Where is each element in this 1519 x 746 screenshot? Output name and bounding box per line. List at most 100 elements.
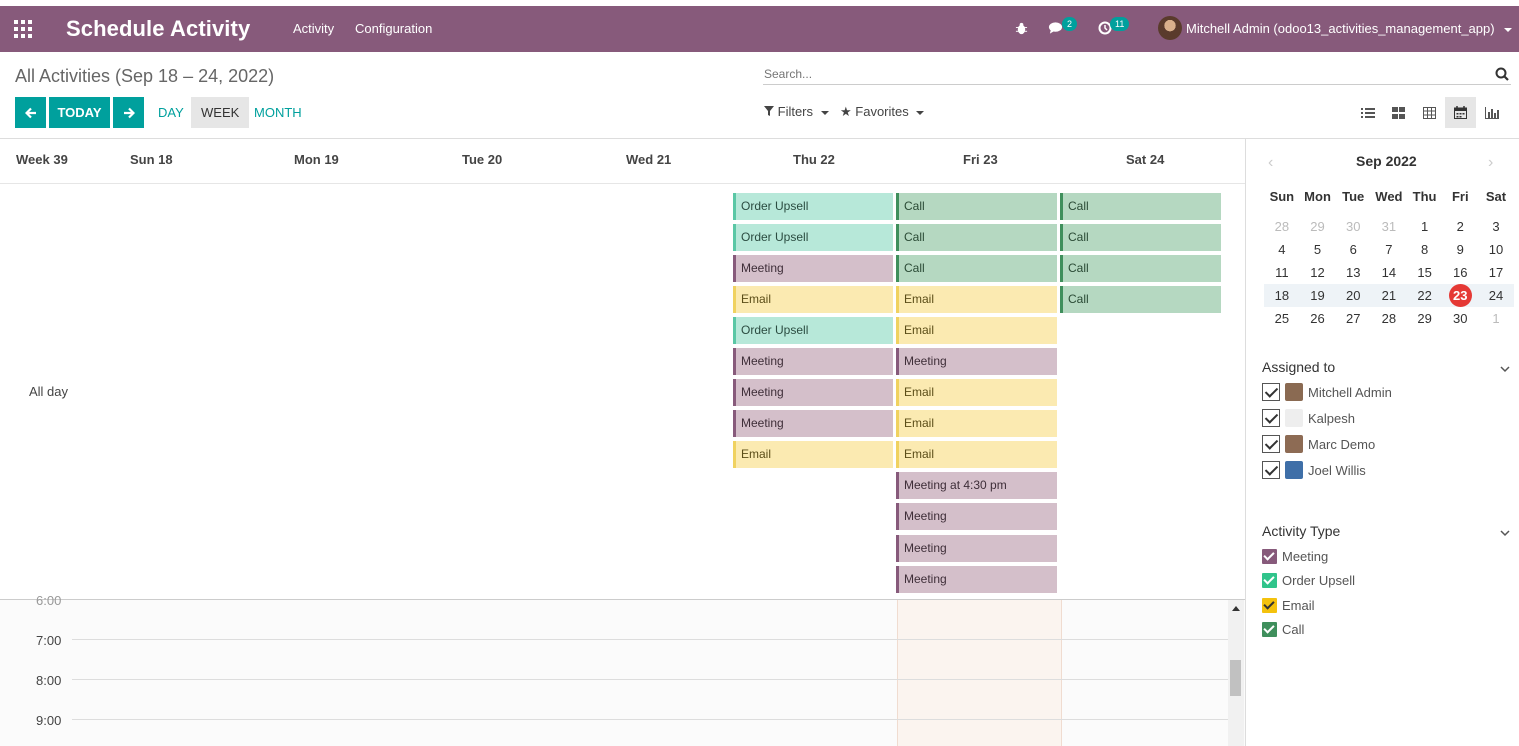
event-email[interactable]: Email bbox=[896, 286, 1057, 313]
menu-configuration[interactable]: Configuration bbox=[355, 21, 432, 36]
checkbox-checked-icon[interactable] bbox=[1262, 548, 1277, 564]
event-upsell[interactable]: Order Upsell bbox=[733, 224, 893, 251]
mini-day[interactable]: 22 bbox=[1407, 284, 1443, 307]
checkbox-checked-icon[interactable] bbox=[1262, 622, 1277, 637]
mini-next-month-icon[interactable]: › bbox=[1488, 154, 1493, 172]
mini-day[interactable]: 11 bbox=[1264, 261, 1300, 284]
activity-type-filter-item[interactable]: Call bbox=[1262, 620, 1304, 640]
mini-day[interactable]: 28 bbox=[1371, 307, 1407, 330]
event-call[interactable]: Call bbox=[896, 224, 1057, 251]
filters-dropdown[interactable]: Filters bbox=[764, 104, 829, 119]
event-call[interactable]: Call bbox=[896, 255, 1057, 282]
mini-day[interactable]: 19 bbox=[1300, 284, 1336, 307]
mini-day[interactable]: 14 bbox=[1371, 261, 1407, 284]
activity-type-filter-item[interactable]: Meeting bbox=[1262, 546, 1328, 566]
mini-day[interactable]: 12 bbox=[1300, 261, 1336, 284]
event-meeting[interactable]: Meeting bbox=[896, 535, 1057, 562]
mini-day[interactable]: 2 bbox=[1442, 215, 1478, 238]
view-graph-button[interactable] bbox=[1476, 97, 1507, 128]
range-day-button[interactable]: DAY bbox=[148, 97, 194, 128]
apps-menu-icon[interactable] bbox=[14, 20, 32, 38]
mini-day[interactable]: 10 bbox=[1478, 238, 1514, 261]
menu-activity[interactable]: Activity bbox=[293, 21, 334, 36]
previous-button[interactable] bbox=[15, 97, 46, 128]
assigned-filter-item[interactable]: Marc Demo bbox=[1262, 434, 1375, 454]
mini-day[interactable]: 28 bbox=[1264, 215, 1300, 238]
mini-day[interactable]: 29 bbox=[1300, 215, 1336, 238]
checkbox-checked-icon[interactable] bbox=[1262, 573, 1277, 588]
event-email[interactable]: Email bbox=[896, 410, 1057, 437]
mini-day[interactable]: 18 bbox=[1264, 284, 1300, 307]
event-meeting[interactable]: Meeting bbox=[896, 348, 1057, 375]
assigned-filter-item[interactable]: Joel Willis bbox=[1262, 460, 1366, 480]
event-meeting[interactable]: Meeting bbox=[733, 255, 893, 282]
search-icon[interactable] bbox=[1495, 67, 1509, 81]
view-calendar-button[interactable] bbox=[1445, 97, 1476, 128]
calendar-scrollbar[interactable] bbox=[1228, 600, 1244, 746]
mini-day[interactable]: 6 bbox=[1335, 238, 1371, 261]
event-email[interactable]: Email bbox=[733, 441, 893, 468]
mini-day[interactable]: 7 bbox=[1371, 238, 1407, 261]
mini-day[interactable]: 15 bbox=[1407, 261, 1443, 284]
mini-day[interactable]: 9 bbox=[1442, 238, 1478, 261]
mini-day[interactable]: 16 bbox=[1442, 261, 1478, 284]
event-meeting[interactable]: Meeting bbox=[733, 348, 893, 375]
view-list-button[interactable] bbox=[1352, 97, 1383, 128]
assigned-filter-item[interactable]: Mitchell Admin bbox=[1262, 382, 1392, 402]
mini-day[interactable]: 13 bbox=[1335, 261, 1371, 284]
mini-day[interactable]: 3 bbox=[1478, 215, 1514, 238]
event-email[interactable]: Email bbox=[896, 379, 1057, 406]
event-meeting[interactable]: Meeting at 4:30 pm bbox=[896, 472, 1057, 499]
event-meeting[interactable]: Meeting bbox=[733, 410, 893, 437]
mini-day[interactable]: 21 bbox=[1371, 284, 1407, 307]
mini-day[interactable]: 27 bbox=[1335, 307, 1371, 330]
mini-day[interactable]: 1 bbox=[1478, 307, 1514, 330]
user-menu[interactable]: Mitchell Admin (odoo13_activities_manage… bbox=[1186, 21, 1513, 36]
mini-prev-month-icon[interactable]: ‹ bbox=[1268, 154, 1273, 172]
today-button[interactable]: TODAY bbox=[49, 97, 110, 128]
all-day-area[interactable]: All day Order Upsell Order Upsell Meeting E… bbox=[0, 184, 1245, 600]
mini-day[interactable]: 1 bbox=[1407, 215, 1443, 238]
mini-day[interactable]: 4 bbox=[1264, 238, 1300, 261]
search-input[interactable] bbox=[763, 63, 1511, 85]
mini-day[interactable]: 25 bbox=[1264, 307, 1300, 330]
messages-icon[interactable] bbox=[1048, 21, 1063, 35]
range-week-button[interactable]: WEEK bbox=[191, 97, 250, 128]
mini-day[interactable]: 20 bbox=[1335, 284, 1371, 307]
next-button[interactable] bbox=[113, 97, 144, 128]
activity-type-filter-item[interactable]: Email bbox=[1262, 595, 1315, 615]
range-month-button[interactable]: MONTH bbox=[244, 97, 312, 128]
checkbox-checked-icon[interactable] bbox=[1262, 435, 1280, 453]
activity-type-filter-item[interactable]: Order Upsell bbox=[1262, 571, 1355, 591]
mini-day[interactable]: 26 bbox=[1300, 307, 1336, 330]
event-call[interactable]: Call bbox=[1060, 255, 1221, 282]
debug-bug-icon[interactable] bbox=[1015, 22, 1028, 35]
event-email[interactable]: Email bbox=[733, 286, 893, 313]
mini-day[interactable]: 5 bbox=[1300, 238, 1336, 261]
chevron-down-icon[interactable] bbox=[1500, 528, 1510, 538]
event-meeting[interactable]: Meeting bbox=[733, 379, 893, 406]
mini-day[interactable]: 8 bbox=[1407, 238, 1443, 261]
mini-day[interactable]: 29 bbox=[1407, 307, 1443, 330]
view-grid-button[interactable] bbox=[1414, 97, 1445, 128]
checkbox-checked-icon[interactable] bbox=[1262, 461, 1280, 479]
checkbox-checked-icon[interactable] bbox=[1262, 383, 1280, 401]
scroll-up-icon[interactable] bbox=[1232, 606, 1240, 611]
time-grid[interactable]: 6:00 7:00 8:00 9:00 bbox=[0, 593, 1245, 746]
mini-day[interactable]: 17 bbox=[1478, 261, 1514, 284]
event-call[interactable]: Call bbox=[1060, 224, 1221, 251]
user-avatar[interactable] bbox=[1158, 16, 1182, 40]
checkbox-checked-icon[interactable] bbox=[1262, 409, 1280, 427]
event-upsell[interactable]: Order Upsell bbox=[733, 317, 893, 344]
mini-day[interactable]: 24 bbox=[1478, 284, 1514, 307]
favorites-dropdown[interactable]: ★ Favorites bbox=[840, 104, 925, 120]
event-call[interactable]: Call bbox=[1060, 193, 1221, 220]
event-email[interactable]: Email bbox=[896, 317, 1057, 344]
event-call[interactable]: Call bbox=[896, 193, 1057, 220]
view-kanban-button[interactable] bbox=[1383, 97, 1414, 128]
event-meeting[interactable]: Meeting bbox=[896, 503, 1057, 530]
chevron-down-icon[interactable] bbox=[1500, 364, 1510, 374]
mini-day[interactable]: 31 bbox=[1371, 215, 1407, 238]
mini-day[interactable]: 30 bbox=[1442, 307, 1478, 330]
mini-day[interactable]: 23 bbox=[1442, 284, 1478, 307]
